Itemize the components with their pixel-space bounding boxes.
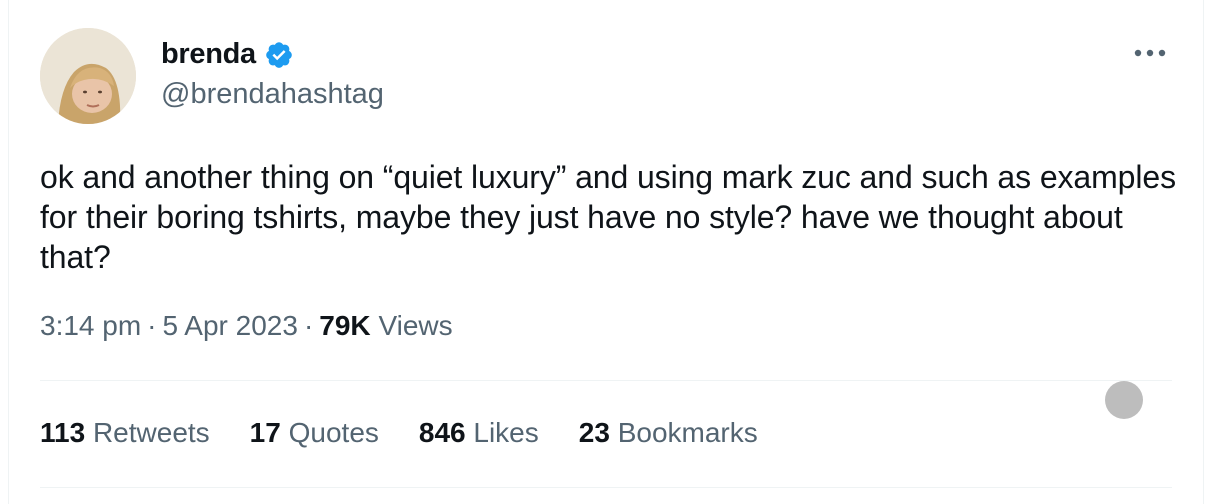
views-label[interactable]: Views: [378, 310, 452, 341]
engagement-stats: 113 Retweets 17 Quotes 846 Likes 23 Book…: [40, 417, 758, 449]
author-name-row[interactable]: brenda: [161, 38, 294, 71]
bookmarks-stat[interactable]: 23 Bookmarks: [579, 417, 758, 449]
divider: [40, 487, 1172, 488]
quotes-count: 17: [249, 417, 281, 448]
divider: [40, 380, 1172, 381]
views-count[interactable]: 79K: [319, 310, 370, 341]
scroll-indicator[interactable]: [1105, 381, 1143, 419]
tweet-time[interactable]: 3:14 pm: [40, 310, 141, 341]
author-display-name[interactable]: brenda: [161, 38, 256, 71]
retweets-stat[interactable]: 113 Retweets: [40, 417, 210, 449]
retweets-label: Retweets: [92, 417, 210, 448]
avatar[interactable]: [40, 28, 136, 124]
verified-badge-icon: [264, 40, 294, 70]
quotes-stat[interactable]: 17 Quotes: [250, 417, 379, 449]
avatar-image: [40, 28, 136, 124]
likes-stat[interactable]: 846 Likes: [419, 417, 539, 449]
more-horizontal-icon[interactable]: [1130, 38, 1170, 68]
quotes-label: Quotes: [288, 417, 379, 448]
bookmarks-label: Bookmarks: [617, 417, 758, 448]
author-handle[interactable]: @brendahashtag: [161, 78, 384, 111]
tweet-meta: 3:14 pm · 5 Apr 2023 · 79K Views: [40, 310, 453, 342]
tweet-text: ok and another thing on “quiet luxury” a…: [40, 159, 1176, 275]
likes-label: Likes: [473, 417, 539, 448]
separator: ·: [303, 310, 314, 341]
bookmarks-count: 23: [578, 417, 610, 448]
retweets-count: 113: [40, 417, 86, 448]
tweet-date[interactable]: 5 Apr 2023: [163, 310, 298, 341]
separator: ·: [147, 310, 157, 341]
likes-count: 846: [418, 417, 466, 448]
